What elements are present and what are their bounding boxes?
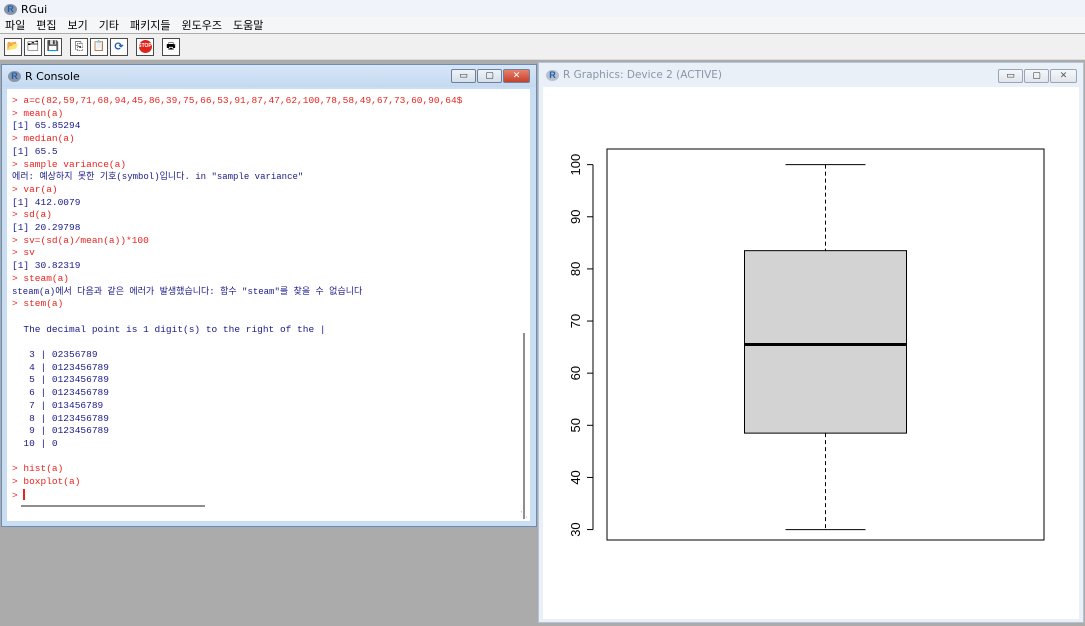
- vertical-scrollbar[interactable]: [523, 333, 525, 519]
- menu-windows[interactable]: 윈도우즈: [181, 17, 221, 33]
- console-output-line: 4 | 0123456789: [12, 361, 109, 373]
- toolbar: 📂 🗂 💾 ⎘ 📋 ⟳ STOP 🖶: [0, 34, 1085, 60]
- y-tick-label: 90: [568, 210, 583, 224]
- console-output-line: 9 | 0123456789: [12, 425, 109, 437]
- console-minimize-button[interactable]: ▭: [451, 69, 476, 83]
- save-button[interactable]: 💾: [44, 37, 62, 56]
- minimize-icon: ▭: [459, 71, 468, 81]
- paste-icon: 📋: [92, 40, 106, 52]
- y-tick-label: 70: [568, 314, 583, 328]
- r-logo-icon: R: [8, 70, 21, 82]
- console-output-line: [1] 65.85294: [12, 120, 81, 132]
- save-icon: 💾: [46, 40, 60, 52]
- console-title: R Console: [25, 69, 80, 83]
- console-command-line: > a=c(82,59,71,68,94,45,86,39,75,66,53,9…: [12, 95, 463, 106]
- console-command-line: > sd(a): [12, 209, 52, 221]
- print-button[interactable]: 🖶: [162, 37, 180, 56]
- console-command-line: > var(a): [12, 183, 58, 195]
- text-cursor: [23, 488, 25, 500]
- console-close-button[interactable]: ✕: [503, 69, 530, 83]
- console-command-line: > hist(a): [12, 463, 64, 475]
- close-icon: ✕: [512, 71, 521, 81]
- console-command-line: > sample variance(a): [12, 158, 127, 170]
- paste-button[interactable]: 📋: [90, 37, 108, 56]
- minimize-icon: ▭: [1006, 71, 1015, 81]
- horizontal-scrollbar[interactable]: [21, 505, 205, 507]
- console-output-line: [1] 65.5: [12, 145, 58, 157]
- console-command-line: > mean(a): [12, 107, 64, 119]
- console-output[interactable]: > a=c(82,59,71,68,94,45,86,39,75,66,53,9…: [7, 89, 530, 521]
- console-window: R R Console ▭ ▢ ✕ > a=c(82,59,71,68,94,4…: [1, 64, 537, 527]
- load-workspace-button[interactable]: 🗂: [24, 37, 42, 56]
- console-prompt[interactable]: >: [12, 488, 462, 503]
- resize-grip-icon[interactable]: ⋱: [520, 510, 528, 519]
- graphics-window: R R Graphics: Device 2 (ACTIVE) ▭ ▢ ✕ 30…: [538, 62, 1084, 623]
- console-output-line: The decimal point is 1 digit(s) to the r…: [12, 323, 326, 335]
- menu-packages[interactable]: 패키지들: [130, 17, 170, 33]
- graphics-maximize-button[interactable]: ▢: [1024, 69, 1049, 83]
- r-logo-icon: R: [4, 3, 17, 15]
- console-error-line: steam(a)에서 다음과 같은 에러가 발생했습니다: 함수 "steam"…: [12, 286, 363, 297]
- close-icon: ✕: [1059, 71, 1068, 81]
- console-lines: > a=c(82,59,71,68,94,45,86,39,75,66,53,9…: [12, 95, 462, 503]
- load-workspace-icon: 🗂: [26, 40, 40, 52]
- console-window-controls: ▭ ▢ ✕: [451, 69, 530, 83]
- console-command-line: > sv=(sd(a)/mean(a))*100: [12, 234, 149, 246]
- graphics-minimize-button[interactable]: ▭: [998, 69, 1023, 83]
- copy-icon: ⎘: [74, 40, 84, 53]
- r-logo-icon: R: [546, 69, 559, 81]
- menu-file[interactable]: 파일: [5, 17, 25, 33]
- graphics-window-controls: ▭ ▢ ✕: [998, 69, 1077, 83]
- y-tick-label: 100: [568, 154, 583, 176]
- console-error-line: 에러: 예상하지 못한 기호(symbol)입니다. in "sample va…: [12, 172, 304, 183]
- y-tick-label: 40: [568, 470, 583, 484]
- app-title: RGui: [21, 2, 48, 16]
- console-output-line: 10 | 0: [12, 437, 58, 449]
- graphics-title: R Graphics: Device 2 (ACTIVE): [563, 69, 722, 81]
- graphics-close-button[interactable]: ✕: [1050, 69, 1077, 83]
- y-tick-label: 60: [568, 366, 583, 380]
- menu-help[interactable]: 도움말: [233, 17, 263, 33]
- print-icon: 🖶: [166, 40, 176, 52]
- console-command-line: > steam(a): [12, 272, 70, 284]
- refresh-icon: ⟳: [114, 40, 124, 53]
- console-command-line: > median(a): [12, 133, 75, 145]
- console-command-line: > stem(a): [12, 298, 64, 310]
- menu-view[interactable]: 보기: [68, 17, 88, 33]
- stop-button[interactable]: STOP: [136, 37, 154, 56]
- console-output-line: 5 | 0123456789: [12, 374, 109, 386]
- menu-edit[interactable]: 편집: [36, 17, 56, 33]
- console-command-line: > boxplot(a): [12, 476, 81, 488]
- console-maximize-button[interactable]: ▢: [477, 69, 502, 83]
- console-output-line: 6 | 0123456789: [12, 387, 109, 399]
- console-output-line: 8 | 0123456789: [12, 412, 109, 424]
- console-output-line: [1] 30.82319: [12, 260, 81, 272]
- console-output-line: 3 | 02356789: [12, 349, 98, 361]
- console-output-line: [1] 20.29798: [12, 222, 81, 234]
- iqr-box: [744, 250, 907, 434]
- copy-button[interactable]: ⎘: [70, 37, 88, 56]
- refresh-button[interactable]: ⟳: [110, 37, 128, 56]
- console-output-line: [1] 412.0079: [12, 196, 81, 208]
- open-script-button[interactable]: 📂: [4, 37, 22, 56]
- app-titlebar: R RGui: [0, 0, 1085, 18]
- boxplot-chart: 30 40 50 60 70 80 90 100: [568, 148, 1045, 541]
- y-tick-label: 50: [568, 418, 583, 432]
- plot-area: 30 40 50 60 70 80 90 100: [543, 87, 1079, 619]
- stop-icon: STOP: [138, 40, 152, 53]
- console-output-line: 7 | 013456789: [12, 399, 104, 411]
- maximize-icon: ▢: [485, 71, 494, 81]
- y-tick-label: 80: [568, 262, 583, 276]
- open-script-icon: 📂: [6, 40, 20, 52]
- y-tick-label: 30: [568, 522, 583, 536]
- console-command-line: > sv: [12, 247, 35, 259]
- menu-misc[interactable]: 기타: [99, 17, 119, 33]
- maximize-icon: ▢: [1032, 71, 1041, 81]
- menubar: 파일 편집 보기 기타 패키지들 윈도우즈 도움말: [0, 17, 1085, 33]
